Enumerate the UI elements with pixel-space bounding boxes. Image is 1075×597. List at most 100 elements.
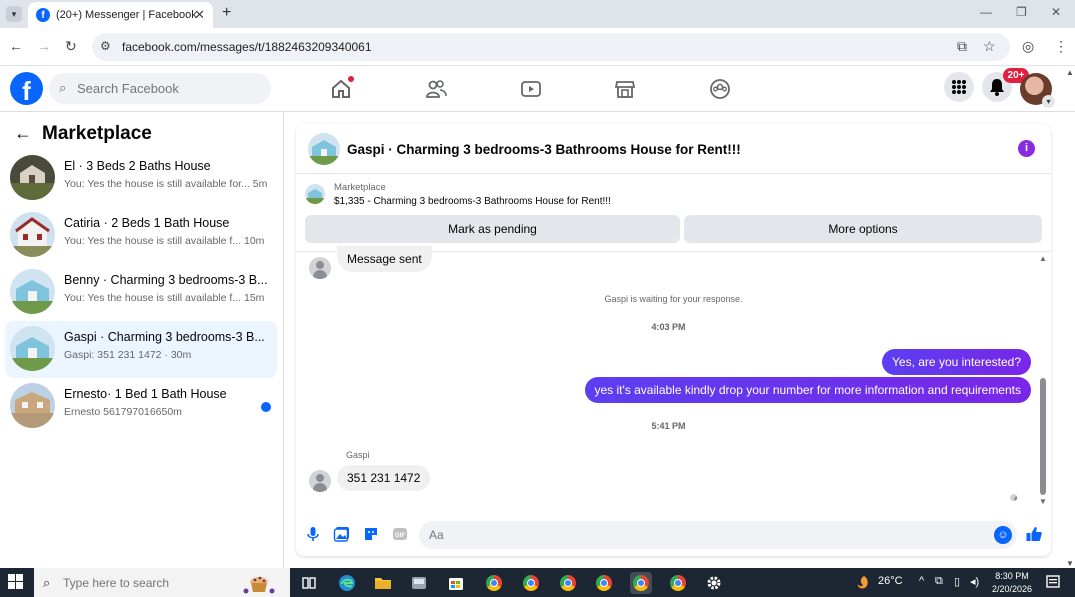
windows-start-icon[interactable] xyxy=(8,574,24,590)
sticker-icon[interactable] xyxy=(362,525,380,543)
conversation-snippet: Gaspi: 351 231 1472 · 30m xyxy=(64,349,192,361)
chrome-icon[interactable] xyxy=(667,572,689,594)
tab-search-menu-icon[interactable]: ▾ xyxy=(6,6,22,22)
facebook-search[interactable]: ⌕ xyxy=(49,73,271,104)
marketplace-icon[interactable] xyxy=(614,78,636,100)
volume-icon[interactable]: ◂) xyxy=(970,575,979,588)
minimize-icon[interactable]: — xyxy=(980,5,992,19)
chrome-icon[interactable] xyxy=(593,572,615,594)
conversation-item[interactable]: El · 3 Beds 2 Baths House You: Yes the h… xyxy=(5,150,277,207)
muffin-widget-icon xyxy=(243,576,275,594)
store-icon[interactable] xyxy=(445,572,467,594)
show-hidden-icons[interactable]: ^ xyxy=(919,575,924,587)
waiting-notice: Gaspi is waiting for your response. xyxy=(604,294,743,304)
menu-grid-button[interactable] xyxy=(944,72,974,102)
chrome-icon[interactable] xyxy=(483,572,505,594)
browser-tab[interactable]: f (20+) Messenger | Facebook ✕ xyxy=(28,2,213,28)
unread-dot xyxy=(261,402,271,412)
page-scroll-down-icon[interactable]: ▼ xyxy=(1066,559,1074,568)
file-explorer-icon[interactable] xyxy=(372,572,394,594)
taskbar-search[interactable]: ⌕ xyxy=(34,568,290,597)
chrome-icon[interactable] xyxy=(520,572,542,594)
house-thumbnail xyxy=(10,383,55,428)
house-thumbnail xyxy=(10,326,55,371)
scroll-up-icon[interactable]: ▲ xyxy=(1039,254,1047,263)
friends-icon[interactable] xyxy=(425,78,447,100)
chrome-icon[interactable] xyxy=(557,572,579,594)
search-icon: ⌕ xyxy=(59,80,67,95)
page-scrollbar[interactable]: ▲ ▼ xyxy=(1065,66,1075,568)
bookmark-star-icon[interactable]: ☆ xyxy=(983,38,996,55)
search-input[interactable] xyxy=(77,79,257,98)
conversation-item[interactable]: Ernesto· 1 Bed 1 Bath House Ernesto 5617… xyxy=(5,378,277,435)
grid-icon xyxy=(952,80,966,94)
more-options-button[interactable]: More options xyxy=(684,215,1042,243)
photo-icon[interactable] xyxy=(333,525,351,543)
forward-icon[interactable]: → xyxy=(37,38,51,54)
conversation-snippet: You: Yes the house is still available f.… xyxy=(64,235,265,247)
listing-thumbnail[interactable] xyxy=(305,184,325,204)
restore-icon[interactable]: ❐ xyxy=(1016,5,1027,19)
message-bubble-incoming: Message sent xyxy=(337,246,432,272)
message-bubble-outgoing: Yes, are you interested? xyxy=(882,349,1031,375)
site-settings-icon[interactable]: ⚙ xyxy=(100,39,111,53)
conversation-item-active[interactable]: Gaspi · Charming 3 bedrooms-3 B... Gaspi… xyxy=(5,321,277,378)
page-scroll-up-icon[interactable]: ▲ xyxy=(1066,68,1074,77)
taskbar-search-input[interactable] xyxy=(63,574,233,592)
battery-icon[interactable]: ▯ xyxy=(954,575,960,588)
info-icon[interactable]: i xyxy=(1018,140,1035,157)
microphone-icon[interactable] xyxy=(304,525,322,543)
back-icon[interactable]: ← xyxy=(9,38,23,54)
app-icon[interactable] xyxy=(408,572,430,594)
thumbs-up-icon[interactable] xyxy=(1025,525,1043,543)
message-input-box[interactable]: ☺ xyxy=(419,521,1017,549)
chat-scrollbar[interactable]: ▲ ▼ xyxy=(1038,252,1048,512)
notification-center-icon[interactable] xyxy=(1044,573,1062,594)
chat-title[interactable]: Gaspi · Charming 3 bedrooms-3 Bathrooms … xyxy=(347,142,741,157)
scrollbar-thumb[interactable] xyxy=(1040,378,1046,495)
mark-pending-button[interactable]: Mark as pending xyxy=(305,215,680,243)
message-bubble-incoming: 351 231 1472 xyxy=(337,465,431,491)
sidebar-header: ← Marketplace xyxy=(14,123,152,145)
browser-menu-icon[interactable]: ⋮ xyxy=(1054,38,1068,55)
weather-temperature[interactable]: 26°C xyxy=(878,575,903,587)
scroll-down-icon[interactable]: ▼ xyxy=(1039,497,1047,506)
address-bar-row: ← → ↻ ⚙ facebook.com/messages/t/18824632… xyxy=(0,28,1075,66)
conversation-item[interactable]: Catiria · 2 Beds 1 Bath House You: Yes t… xyxy=(5,207,277,264)
url-field[interactable]: ⚙ facebook.com/messages/t/18824632093400… xyxy=(92,33,1010,61)
system-clock[interactable]: 8:30 PM 2/20/2026 xyxy=(988,570,1036,596)
emoji-icon[interactable]: ☺ xyxy=(994,526,1012,544)
reload-icon[interactable]: ↻ xyxy=(65,38,77,55)
svg-text:GIF: GIF xyxy=(395,533,405,539)
chevron-down-icon: ▾ xyxy=(1042,95,1055,108)
conversation-item[interactable]: Benny · Charming 3 bedrooms-3 B... You: … xyxy=(5,264,277,321)
windows-taskbar: ⌕ 26°C ^ ⧉ ▯ ◂) 8:30 PM 2/20/2026 xyxy=(0,568,1075,597)
account-avatar[interactable]: ▾ xyxy=(1020,73,1055,108)
house-thumbnail xyxy=(10,212,55,257)
window-close-icon[interactable]: ✕ xyxy=(1051,5,1061,19)
conversation-name: Gaspi · Charming 3 bedrooms-3 B... xyxy=(64,330,265,344)
conversation-name: Catiria · 2 Beds 1 Bath House xyxy=(64,216,230,230)
weather-icon[interactable] xyxy=(855,573,873,594)
sidebar-title: Marketplace xyxy=(42,123,152,144)
clock-time: 8:30 PM xyxy=(995,571,1029,581)
tab-close-icon[interactable]: ✕ xyxy=(194,7,205,23)
message-input[interactable] xyxy=(429,526,989,544)
network-icon[interactable]: ⧉ xyxy=(935,575,943,588)
house-thumbnail[interactable] xyxy=(308,133,340,165)
sender-name: Gaspi xyxy=(346,450,370,460)
groups-icon[interactable] xyxy=(709,78,731,100)
install-app-icon[interactable]: ⧉ xyxy=(957,38,967,55)
new-tab-icon[interactable]: + xyxy=(222,4,231,22)
video-icon[interactable] xyxy=(520,78,542,100)
timestamp: 5:41 PM xyxy=(651,421,686,431)
task-view-icon[interactable] xyxy=(298,572,320,594)
gif-icon[interactable]: GIF xyxy=(391,525,409,543)
chrome-icon-active[interactable] xyxy=(630,572,652,594)
settings-gear-icon[interactable] xyxy=(703,572,725,594)
back-arrow-icon[interactable]: ← xyxy=(14,123,32,144)
listing-detail[interactable]: $1,335 - Charming 3 bedrooms-3 Bathrooms… xyxy=(334,196,611,207)
facebook-logo-icon[interactable]: f xyxy=(10,72,43,106)
browser-profile-icon[interactable]: ◎ xyxy=(1022,38,1034,55)
edge-icon[interactable] xyxy=(336,572,358,594)
